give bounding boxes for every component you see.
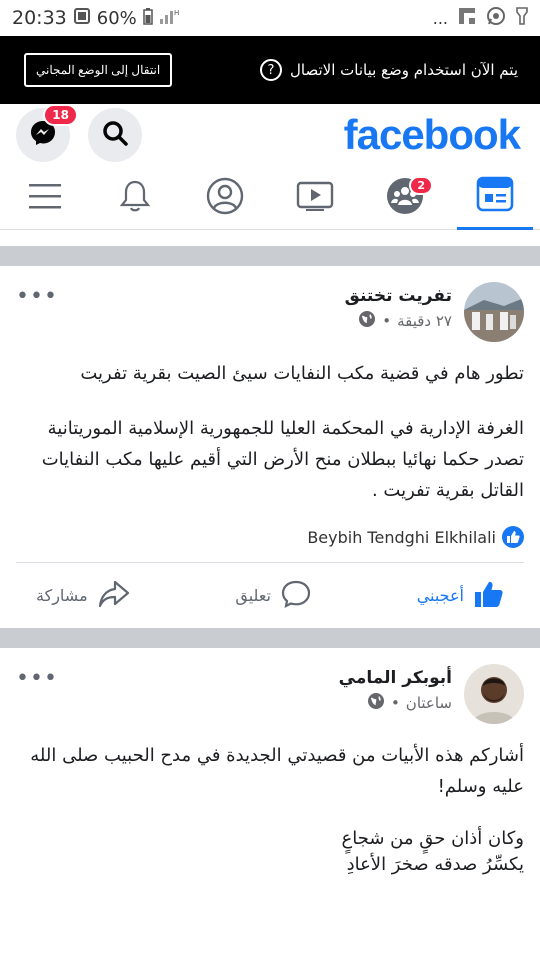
clock: 20:33 bbox=[12, 7, 67, 29]
author-name[interactable]: تفريت تختنق bbox=[70, 286, 452, 306]
post-time[interactable]: ٢٧ دقيقة bbox=[397, 312, 452, 330]
groups-badge: 2 bbox=[409, 175, 433, 195]
reactions-summary[interactable]: Beybih Tendghi Elkhilali bbox=[16, 526, 524, 562]
profile-icon bbox=[206, 177, 244, 219]
liked-by-name: Beybih Tendghi Elkhilali bbox=[307, 527, 496, 547]
separator-dot: • bbox=[390, 694, 400, 712]
tab-news-feed[interactable] bbox=[457, 166, 533, 230]
thumbs-up-icon bbox=[474, 580, 504, 612]
author-avatar[interactable] bbox=[464, 664, 524, 724]
comment-label: تعليق bbox=[235, 586, 271, 605]
whatsapp-icon bbox=[486, 6, 506, 30]
app-header: 18 facebook bbox=[0, 104, 540, 166]
search-button[interactable] bbox=[88, 108, 142, 162]
search-icon bbox=[101, 119, 129, 151]
feed-separator bbox=[0, 246, 540, 266]
post-paragraph: أشاركم هذه الأبيات من قصيدتي الجديدة في … bbox=[30, 745, 524, 797]
signal-icon: H+ bbox=[159, 7, 185, 30]
battery-level: 60% bbox=[96, 7, 137, 29]
feed-spacer bbox=[0, 230, 540, 246]
data-mode-banner: يتم الآن استخدام وضع بيانات الاتصال ? ان… bbox=[0, 36, 540, 104]
facebook-logo[interactable]: facebook bbox=[344, 111, 521, 159]
post-card: أبوبكر المامي ساعتان • ••• أشاركم هذه ال… bbox=[0, 648, 540, 878]
post-paragraph: الغرفة الإدارية في المحكمة العليا للجمهو… bbox=[41, 418, 524, 501]
screen-icon bbox=[73, 7, 91, 30]
menu-icon bbox=[28, 182, 62, 214]
svg-text:H+: H+ bbox=[174, 9, 179, 17]
bell-icon bbox=[119, 179, 151, 217]
main-navigation: 2 bbox=[0, 166, 540, 230]
like-reaction-icon bbox=[502, 526, 524, 548]
news-feed-icon bbox=[476, 176, 514, 216]
feed-separator bbox=[0, 628, 540, 648]
like-label: أعجبني bbox=[416, 586, 464, 605]
comment-button[interactable]: تعليق bbox=[235, 580, 311, 612]
more-notifications: ... bbox=[432, 8, 448, 28]
separator-dot: • bbox=[382, 312, 392, 330]
flipboard-icon bbox=[458, 7, 476, 29]
video-icon bbox=[296, 181, 334, 215]
messenger-badge: 18 bbox=[43, 104, 78, 126]
comment-icon bbox=[281, 580, 311, 612]
post-options-button[interactable]: ••• bbox=[16, 282, 58, 309]
post-options-button[interactable]: ••• bbox=[16, 664, 58, 691]
post-paragraph: وكان أذان حقٍ من شجاعٍ يكسِّرُ صدقه صخرَ… bbox=[341, 828, 525, 875]
like-button[interactable]: أعجبني bbox=[417, 580, 504, 612]
messenger-button[interactable]: 18 bbox=[16, 104, 78, 162]
flashlight-icon bbox=[516, 6, 528, 30]
share-button[interactable]: مشاركة bbox=[36, 580, 130, 612]
globe-icon bbox=[367, 692, 385, 714]
globe-icon bbox=[358, 310, 376, 332]
tab-profile[interactable] bbox=[187, 166, 263, 230]
battery-icon bbox=[143, 7, 153, 30]
author-name[interactable]: أبوبكر المامي bbox=[70, 668, 452, 688]
post-card: تفريت تختنق ٢٧ دقيقة • ••• تطور هام في ق… bbox=[0, 266, 540, 628]
tab-menu[interactable] bbox=[7, 166, 83, 230]
status-bar: 20:33 60% H+ ... bbox=[0, 0, 540, 36]
post-time[interactable]: ساعتان bbox=[406, 694, 452, 712]
post-actions: أعجبني تعليق مشاركة bbox=[16, 562, 524, 628]
tab-groups[interactable]: 2 bbox=[367, 166, 443, 230]
author-avatar[interactable] bbox=[464, 282, 524, 342]
switch-free-mode-button[interactable]: انتقال إلى الوضع المجاني bbox=[24, 53, 173, 87]
share-icon bbox=[98, 580, 130, 612]
post-paragraph: تطور هام في قضية مكب النفايات سيئ الصيت … bbox=[80, 363, 524, 384]
tab-notifications[interactable] bbox=[97, 166, 173, 230]
banner-message: يتم الآن استخدام وضع بيانات الاتصال bbox=[289, 61, 518, 79]
tab-watch[interactable] bbox=[277, 166, 353, 230]
help-icon[interactable]: ? bbox=[259, 59, 282, 81]
share-label: مشاركة bbox=[36, 586, 88, 605]
